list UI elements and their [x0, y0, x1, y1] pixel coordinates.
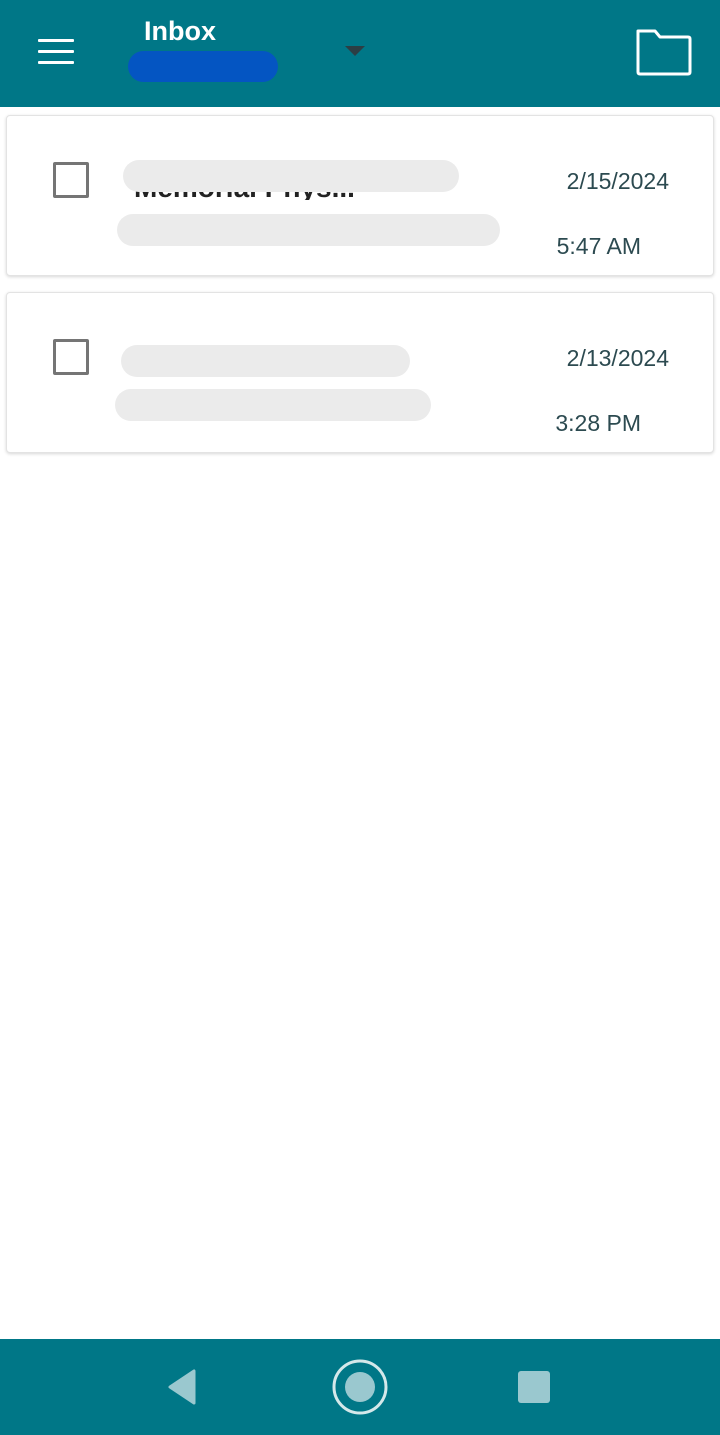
redacted-preview	[115, 389, 431, 421]
select-checkbox[interactable]	[53, 339, 89, 375]
message-time: 3:28 PM	[555, 410, 641, 436]
redacted-sender	[123, 160, 459, 192]
message-item[interactable]: Memorial Phys... 2/15/2024 5:47 AM	[6, 115, 714, 276]
message-list: Memorial Phys... 2/15/2024 5:47 AM 2/13/…	[6, 115, 714, 469]
hamburger-menu-icon[interactable]	[30, 30, 82, 72]
app-bar: Inbox	[0, 0, 720, 107]
back-triangle-icon[interactable]	[162, 1367, 202, 1407]
home-circle-icon[interactable]	[330, 1357, 390, 1417]
caret-down-icon[interactable]	[335, 36, 375, 66]
redacted-sender	[121, 345, 410, 377]
message-item[interactable]: 2/13/2024 3:28 PM	[6, 292, 714, 453]
system-navigation-bar	[0, 1339, 720, 1435]
redacted-preview	[117, 214, 500, 246]
page-title: Inbox	[144, 16, 216, 46]
message-date: 2/15/2024	[566, 168, 669, 194]
message-date: 2/13/2024	[566, 345, 669, 371]
folder-icon[interactable]	[628, 22, 698, 82]
message-time: 5:47 AM	[556, 233, 641, 259]
recents-square-icon[interactable]	[518, 1371, 550, 1403]
select-checkbox[interactable]	[53, 162, 89, 198]
account-selector[interactable]	[128, 51, 278, 82]
